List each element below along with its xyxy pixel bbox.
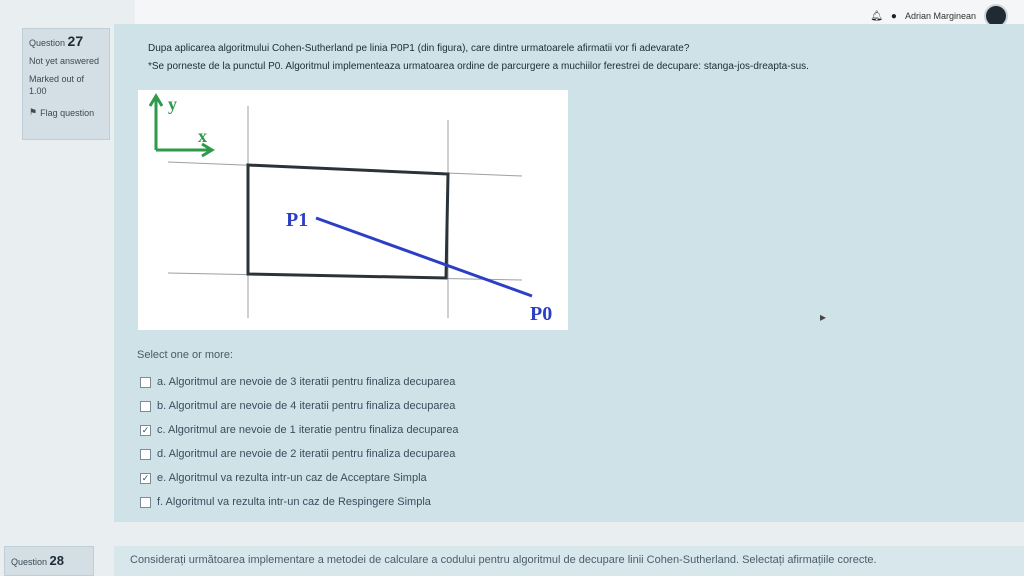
answer-text-c[interactable]: c. Algoritmul are nevoie de 1 iteratie p… — [157, 424, 458, 436]
select-prompt: Select one or more: — [137, 349, 233, 361]
question-number: Question 27 — [29, 33, 84, 49]
chat-icon[interactable]: ● — [891, 11, 897, 22]
checkbox-f[interactable] — [140, 496, 151, 508]
answer-text-a[interactable]: a. Algoritmul are nevoie de 3 iteratii p… — [157, 376, 455, 388]
y-axis-label: y — [168, 94, 177, 114]
question-text: Dupa aplicarea algoritmului Cohen-Suther… — [148, 40, 888, 76]
answer-option-b[interactable]: b. Algoritmul are nevoie de 4 iteratii p… — [140, 394, 458, 418]
flag-label: Flag question — [40, 107, 95, 118]
x-axis-label: x — [198, 126, 207, 146]
next-question-number: 28 — [49, 553, 65, 568]
next-question-text: Considerați următoarea implementare a me… — [130, 554, 877, 566]
flag-icon: ⚑ — [29, 107, 38, 117]
next-question-label: Question — [11, 557, 48, 567]
checkbox-b[interactable] — [140, 400, 151, 412]
clipping-diagram: y x P1 P0 — [148, 93, 552, 325]
answer-option-c[interactable]: ✓ c. Algoritmul are nevoie de 1 iteratie… — [140, 418, 458, 442]
answer-text-e[interactable]: e. Algoritmul va rezulta intr-un caz de … — [157, 472, 427, 484]
next-question-info: Question 28 — [4, 546, 94, 576]
question-text-line2: *Se porneste de la punctul P0. Algoritmu… — [148, 61, 809, 72]
checkbox-e[interactable]: ✓ — [140, 472, 151, 484]
clipping-figure: y x P1 P0 — [138, 90, 568, 330]
mouse-cursor-icon: ▸ — [820, 310, 827, 324]
p0-label: P0 — [530, 303, 552, 325]
checkbox-c[interactable]: ✓ — [140, 424, 151, 436]
bell-icon[interactable]: 🔔︎ — [870, 11, 883, 22]
question-status: Not yet answered — [29, 56, 100, 66]
checkbox-a[interactable] — [140, 376, 151, 388]
answer-option-d[interactable]: d. Algoritmul are nevoie de 2 iteratii p… — [140, 442, 458, 466]
p1-label: P1 — [286, 209, 308, 231]
clipping-window — [246, 163, 450, 280]
question-info: Question 27 Not yet answered Marked out … — [22, 28, 110, 140]
answer-option-e[interactable]: ✓ e. Algoritmul va rezulta intr-un caz d… — [140, 466, 458, 490]
question-text-line1: Dupa aplicarea algoritmului Cohen-Suther… — [148, 43, 690, 54]
checkbox-d[interactable] — [140, 448, 151, 460]
answer-option-f[interactable]: f. Algoritmul va rezulta intr-un caz de … — [140, 490, 458, 514]
question-marks: Marked out of 1.00 — [29, 74, 85, 96]
answer-text-d[interactable]: d. Algoritmul are nevoie de 2 iteratii p… — [157, 448, 455, 460]
answer-text-f[interactable]: f. Algoritmul va rezulta intr-un caz de … — [157, 496, 431, 508]
line-p1-p0 — [315, 216, 533, 298]
answer-text-b[interactable]: b. Algoritmul are nevoie de 4 iteratii p… — [157, 400, 455, 412]
answer-options: a. Algoritmul are nevoie de 3 iteratii p… — [140, 370, 458, 514]
answer-option-a[interactable]: a. Algoritmul are nevoie de 3 iteratii p… — [140, 370, 458, 394]
user-name[interactable]: Adrian Marginean — [905, 11, 976, 21]
flag-question-button[interactable]: ⚑ Flag question — [29, 107, 103, 118]
